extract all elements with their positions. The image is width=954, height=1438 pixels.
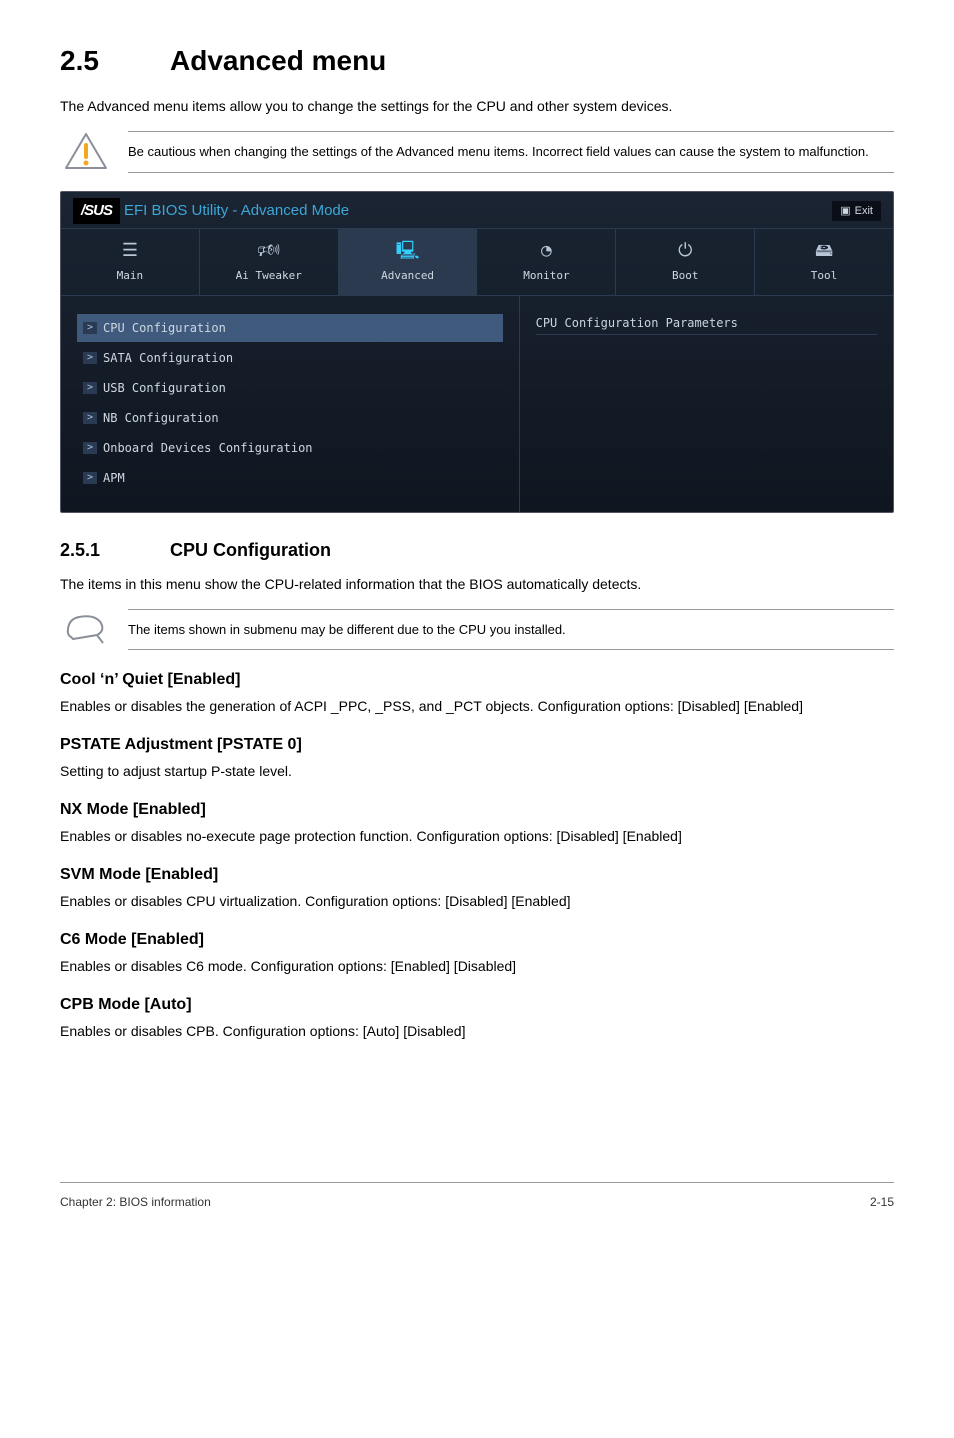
exit-button[interactable]: ▣ Exit — [832, 201, 881, 222]
note-icon — [60, 609, 112, 645]
option-description: Setting to adjust startup P-state level. — [60, 761, 894, 782]
tool-icon: 🖴 — [759, 237, 889, 264]
bios-title-text: EFI BIOS Utility - Advanced Mode — [124, 202, 349, 219]
bios-body: > CPU Configuration > SATA Configuration > US… — [61, 296, 893, 512]
bios-menu-item[interactable]: > APM — [77, 464, 503, 492]
section-number: 2.5 — [60, 40, 170, 82]
bios-menu-list: > CPU Configuration > SATA Configuration > US… — [61, 296, 519, 512]
gauge-icon: ◔ — [481, 237, 611, 264]
bios-help-panel: CPU Configuration Parameters — [519, 296, 893, 512]
note-text: The items shown in submenu may be differ… — [128, 609, 894, 651]
tab-label: Boot — [620, 268, 750, 285]
subsection-number: 2.5.1 — [60, 537, 170, 564]
bios-menu-item[interactable]: > Onboard Devices Configuration — [77, 434, 503, 462]
subsection-title: 2.5.1CPU Configuration — [60, 537, 894, 564]
bios-tab-advanced[interactable]: 🖳 Advanced — [339, 229, 478, 295]
chevron-right-icon: > — [83, 352, 97, 364]
subsection-heading-text: CPU Configuration — [170, 540, 331, 560]
option-heading: CPB Mode [Auto] — [60, 993, 894, 1017]
option-description: Enables or disables CPU virtualization. … — [60, 891, 894, 912]
power-icon: ⏻ — [620, 237, 750, 264]
option-description: Enables or disables no-execute page prot… — [60, 826, 894, 847]
tab-label: Main — [65, 268, 195, 285]
bios-menu-item-label: CPU Configuration — [103, 319, 226, 337]
bios-menu-item[interactable]: > NB Configuration — [77, 404, 503, 432]
bios-logo: /SUS — [73, 198, 120, 225]
option-description: Enables or disables C6 mode. Configurati… — [60, 956, 894, 977]
tweaker-icon: 🕬 — [204, 237, 334, 264]
bios-menu-item-label: NB Configuration — [103, 409, 219, 427]
caution-callout: Be cautious when changing the settings o… — [60, 131, 894, 173]
bios-tab-tool[interactable]: 🖴 Tool — [755, 229, 893, 295]
bios-menu-item-label: USB Configuration — [103, 379, 226, 397]
exit-label: Exit — [855, 203, 873, 220]
chevron-right-icon: > — [83, 442, 97, 454]
bios-screenshot: /SUSEFI BIOS Utility - Advanced Mode ▣ E… — [60, 191, 894, 513]
bios-tab-ai-tweaker[interactable]: 🕬 Ai Tweaker — [200, 229, 339, 295]
option-heading: SVM Mode [Enabled] — [60, 863, 894, 887]
bios-tab-boot[interactable]: ⏻ Boot — [616, 229, 755, 295]
caution-text: Be cautious when changing the settings o… — [128, 131, 894, 173]
chevron-right-icon: > — [83, 472, 97, 484]
bios-titlebar: /SUSEFI BIOS Utility - Advanced Mode ▣ E… — [61, 192, 893, 230]
chip-icon: 🖳 — [343, 237, 473, 264]
tab-label: Tool — [759, 268, 889, 285]
option-heading: C6 Mode [Enabled] — [60, 928, 894, 952]
list-icon: ☰ — [65, 237, 195, 264]
option-heading: Cool ‘n’ Quiet [Enabled] — [60, 668, 894, 692]
chevron-right-icon: > — [83, 412, 97, 424]
bios-tabs: ☰ Main 🕬 Ai Tweaker 🖳 Advanced ◔ Monitor ⏻ Boot 🖴 T… — [61, 229, 893, 296]
bios-menu-item[interactable]: > USB Configuration — [77, 374, 503, 402]
bios-tab-main[interactable]: ☰ Main — [61, 229, 200, 295]
tab-label: Monitor — [481, 268, 611, 285]
bios-menu-item[interactable]: > CPU Configuration — [77, 314, 503, 342]
bios-menu-item-label: Onboard Devices Configuration — [103, 439, 313, 457]
bios-menu-item-label: SATA Configuration — [103, 349, 233, 367]
tab-label: Ai Tweaker — [204, 268, 334, 285]
page-footer: Chapter 2: BIOS information 2-15 — [60, 1182, 894, 1211]
chevron-right-icon: > — [83, 382, 97, 394]
option-heading: NX Mode [Enabled] — [60, 798, 894, 822]
footer-chapter: Chapter 2: BIOS information — [60, 1193, 211, 1211]
bios-menu-item[interactable]: > SATA Configuration — [77, 344, 503, 372]
subsection-intro: The items in this menu show the CPU-rela… — [60, 574, 894, 595]
caution-icon — [60, 131, 112, 171]
tab-label: Advanced — [343, 268, 473, 285]
bios-tab-monitor[interactable]: ◔ Monitor — [477, 229, 616, 295]
bios-help-title: CPU Configuration Parameters — [536, 314, 877, 335]
bios-title: /SUSEFI BIOS Utility - Advanced Mode — [73, 198, 349, 225]
section-title: 2.5Advanced menu — [60, 40, 894, 82]
option-description: Enables or disables CPB. Configuration o… — [60, 1021, 894, 1042]
section-intro: The Advanced menu items allow you to cha… — [60, 96, 894, 117]
chevron-right-icon: > — [83, 322, 97, 334]
footer-page-number: 2-15 — [870, 1193, 894, 1211]
exit-icon: ▣ — [840, 203, 850, 220]
note-callout: The items shown in submenu may be differ… — [60, 609, 894, 651]
bios-menu-item-label: APM — [103, 469, 125, 487]
option-description: Enables or disables the generation of AC… — [60, 696, 894, 717]
section-heading-text: Advanced menu — [170, 45, 386, 76]
option-heading: PSTATE Adjustment [PSTATE 0] — [60, 733, 894, 757]
